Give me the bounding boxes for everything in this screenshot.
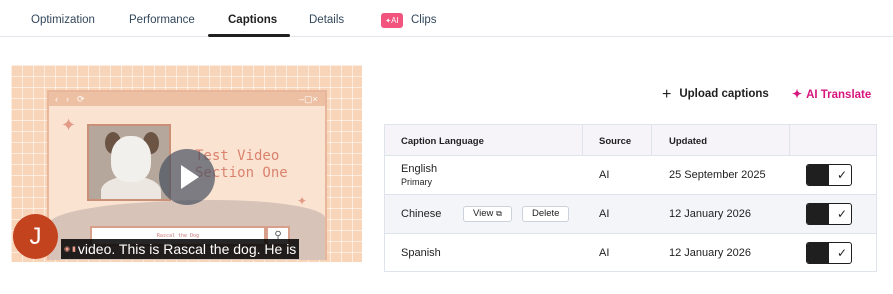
caption-updated: 12 January 2026 — [669, 247, 751, 259]
check-icon: ✓ — [836, 246, 848, 260]
ai-translate-label: AI Translate — [806, 89, 872, 101]
tab-performance[interactable]: Performance — [129, 0, 195, 37]
ai-translate-button[interactable]: ✦ AI Translate — [792, 84, 871, 104]
external-link-icon: ⧉ — [496, 209, 502, 218]
caption-enabled-toggle[interactable]: ✓ — [806, 203, 852, 225]
upload-captions-label: Upload captions — [679, 88, 769, 100]
table-row: Chinese View ⧉ Delete AI 12 January 2026… — [385, 195, 876, 234]
primary-label: Primary — [401, 177, 432, 187]
view-label: View — [473, 208, 494, 219]
back-icon: ‹ — [55, 94, 58, 104]
play-icon[interactable] — [159, 149, 215, 205]
video-player[interactable]: ‹ › ⟳ –▢× ✦ ✦ Test Video Section One Ras… — [11, 65, 362, 262]
caption-icons: ◉ ▮ — [64, 246, 76, 254]
active-tab-indicator — [208, 34, 290, 37]
caption-updated: 25 September 2025 — [669, 169, 766, 181]
caption-source: AI — [599, 247, 610, 259]
check-icon: ✓ — [836, 207, 848, 221]
caption-source: AI — [599, 169, 610, 181]
ai-badge: ✦AI — [381, 13, 403, 28]
view-button[interactable]: View ⧉ — [463, 206, 512, 222]
tab-captions[interactable]: Captions — [228, 0, 277, 37]
table-header: Caption Language Source Updated — [385, 125, 876, 156]
delete-button[interactable]: Delete — [522, 206, 570, 222]
table-row: English Primary AI 25 September 2025 ✓ — [385, 156, 876, 195]
forward-icon: › — [66, 94, 69, 104]
table-row: Spanish AI 12 January 2026 ✓ — [385, 234, 876, 273]
upload-captions-button[interactable]: + Upload captions — [662, 84, 769, 104]
refresh-icon: ⟳ — [77, 94, 85, 104]
caption-enabled-toggle[interactable]: ✓ — [806, 164, 852, 186]
window-controls-icon: –▢× — [299, 94, 318, 104]
star-icon: ✦ — [61, 115, 77, 135]
toggle-knob — [807, 204, 829, 224]
header-updated: Updated — [669, 136, 707, 147]
column-divider — [789, 125, 790, 156]
column-divider — [651, 125, 652, 156]
dog-head — [111, 136, 151, 182]
tab-optimization[interactable]: Optimization — [31, 0, 95, 37]
caption-language: English — [401, 163, 438, 175]
header-source: Source — [599, 136, 632, 147]
caption-language: Chinese — [401, 208, 442, 220]
caption-updated: 12 January 2026 — [669, 208, 751, 220]
column-divider — [582, 125, 583, 156]
dog-photo — [87, 124, 171, 201]
plus-icon: + — [662, 86, 672, 103]
tab-clips[interactable]: Clips — [411, 0, 437, 37]
toggle-knob — [807, 165, 829, 185]
check-icon: ✓ — [836, 168, 848, 182]
caption-enabled-toggle[interactable]: ✓ — [806, 242, 852, 264]
caption-text: video. This is Rascal the dog. He is — [77, 241, 297, 257]
tab-bar: Optimization Performance Captions Detail… — [0, 0, 893, 37]
browser-bar: ‹ › ⟳ –▢× — [49, 92, 325, 106]
caption-language: Spanish — [401, 247, 441, 259]
caption-overlay: ◉ ▮ video. This is Rascal the dog. He is — [61, 239, 300, 259]
header-caption-language: Caption Language — [401, 136, 484, 147]
caption-source: AI — [599, 208, 610, 220]
star-icon: ✦ — [297, 194, 308, 208]
avatar: J — [13, 214, 58, 259]
captions-table: Caption Language Source Updated English … — [384, 124, 877, 272]
tab-details[interactable]: Details — [309, 0, 344, 37]
sparkle-icon: ✦ — [792, 87, 803, 101]
toggle-knob — [807, 243, 829, 263]
